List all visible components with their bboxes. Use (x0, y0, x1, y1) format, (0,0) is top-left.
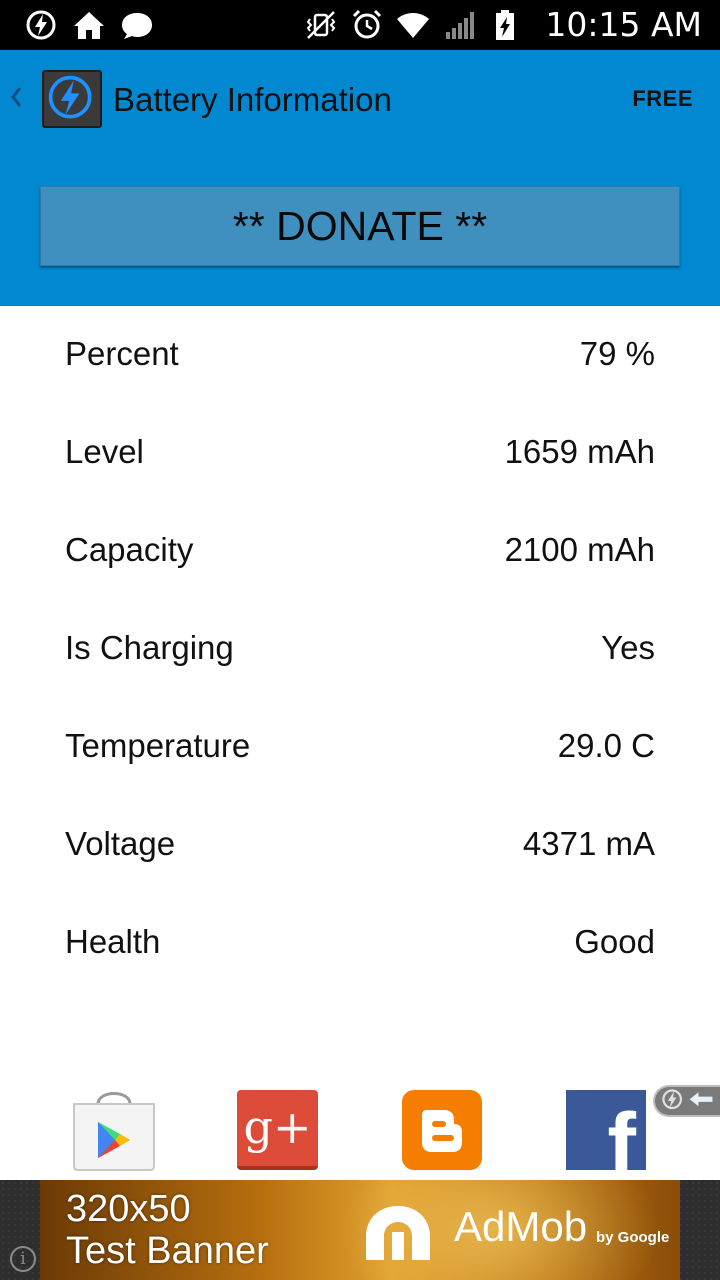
google-plus-icon[interactable]: g+ (237, 1090, 318, 1170)
admob-logo-icon (366, 1206, 430, 1260)
status-bar: 10:15 AM (0, 0, 720, 50)
info-value: 79 % (579, 335, 655, 372)
info-value: 1659 mAh (504, 433, 655, 470)
google-plus-glyph: g+ (243, 1100, 312, 1154)
admob-brand: AdMob (454, 1203, 588, 1250)
chat-bubble-icon (122, 13, 152, 39)
info-label: Capacity (65, 531, 194, 568)
lightning-bolt-icon (48, 75, 92, 119)
info-label: Temperature (65, 727, 251, 764)
donate-button[interactable]: ** DONATE ** (40, 186, 680, 266)
ad-banner-container: 320x50 Test Banner AdMob by Google (0, 1180, 720, 1280)
google-play-store-icon[interactable] (68, 1084, 160, 1172)
ad-test-banner-text: Test Banner (66, 1230, 269, 1272)
info-label: Is Charging (65, 629, 234, 666)
battery-app-notification-icon (26, 10, 56, 40)
info-row-capacity: Capacity 2100 mAh (0, 502, 720, 600)
info-label: Percent (65, 335, 179, 372)
floating-battery-widget-tab[interactable] (653, 1085, 720, 1117)
info-value: 2100 mAh (504, 531, 655, 568)
vibrate-mute-icon (306, 11, 336, 39)
facebook-glyph: f (607, 1096, 636, 1170)
info-row-health: Health Good (0, 894, 720, 992)
app-title: Battery Information (113, 81, 392, 118)
social-links: g+ f (0, 1084, 720, 1180)
app-header: Battery Information FREE ** DONATE ** (0, 50, 720, 306)
blogger-icon[interactable] (402, 1090, 482, 1170)
info-row-is-charging: Is Charging Yes (0, 600, 720, 698)
info-value: Good (574, 923, 655, 960)
ad-size-text: 320x50 (66, 1188, 191, 1230)
info-row-level: Level 1659 mAh (0, 404, 720, 502)
battery-info-list: Percent 79 % Level 1659 mAh Capacity 210… (0, 306, 720, 992)
info-value: 29.0 C (557, 727, 655, 764)
home-icon (74, 12, 104, 39)
status-system-icons (304, 6, 522, 44)
free-badge: FREE (632, 86, 693, 111)
info-label: Voltage (65, 825, 176, 862)
info-label: Level (65, 433, 144, 470)
signal-bars-icon (446, 12, 474, 39)
info-value: Yes (601, 629, 655, 666)
facebook-icon[interactable]: f (566, 1090, 646, 1170)
ad-info-icon[interactable]: i (10, 1246, 36, 1272)
info-row-percent: Percent 79 % (0, 306, 720, 404)
status-notification-icons (24, 6, 154, 44)
ad-banner[interactable]: 320x50 Test Banner AdMob by Google (40, 1180, 680, 1280)
chevron-left-icon[interactable] (8, 82, 24, 112)
status-clock: 10:15 AM (545, 5, 702, 44)
app-logo[interactable] (42, 70, 102, 128)
wifi-icon (397, 13, 429, 38)
info-row-temperature: Temperature 29.0 C (0, 698, 720, 796)
admob-byline: by Google (596, 1229, 670, 1246)
info-label: Health (65, 923, 161, 960)
lightning-bolt-icon (662, 1089, 713, 1110)
info-value: 4371 mA (522, 825, 655, 862)
battery-charging-icon (496, 10, 514, 40)
alarm-clock-icon (352, 9, 382, 39)
info-row-voltage: Voltage 4371 mA (0, 796, 720, 894)
